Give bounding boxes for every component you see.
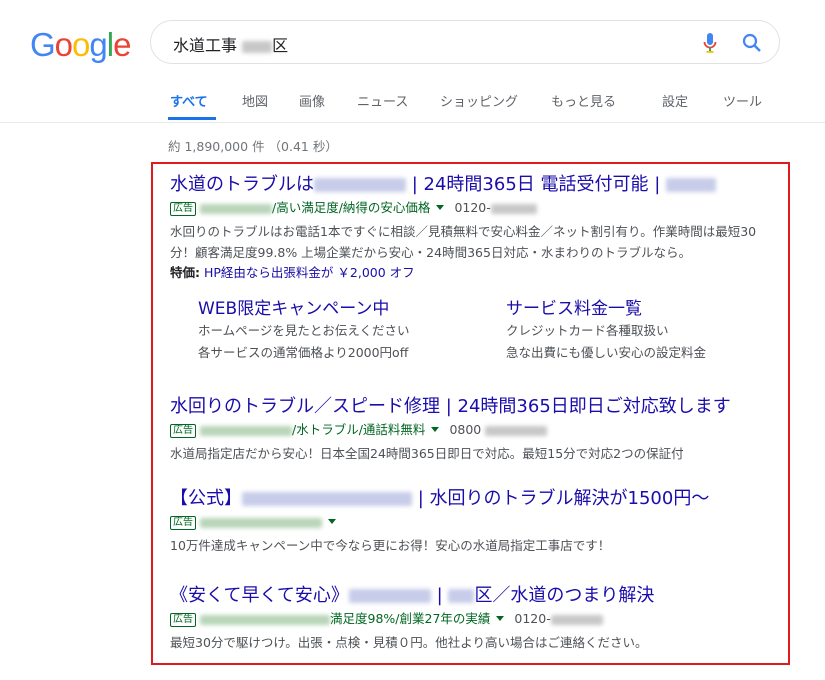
ad-result: 水回りのトラブル／スピード修理 | 24時間365日即日ご対応致します 広告/水… [170,396,770,464]
ad-url-line: 広告 [170,513,770,531]
ad-result: 【公式】 | 水回りのトラブル解決が1500円〜 広告 10万件達成キャンペーン… [170,488,770,556]
ad-url-line: 広告/水トラブル/通話料無料 0800 [170,421,770,439]
ad-title-link[interactable]: 《安くて早くて安心》 | 区／水道のつまり解決 [170,585,770,607]
ad-badge: 広告 [170,613,196,627]
tab-images[interactable]: 画像 [299,91,325,110]
tab-news[interactable]: ニュース [357,91,408,110]
chevron-down-icon[interactable] [496,616,505,621]
search-box[interactable]: 水道工事 区 [150,20,780,64]
ad-title-link[interactable]: 水道のトラブルは | 24時間365日 電話受付可能 | [170,174,770,196]
sitelink-desc: クレジットカード各種取扱い [506,323,669,338]
tab-settings[interactable]: 設定 [662,91,688,110]
sitelink: サービス料金一覧 クレジットカード各種取扱い 急な出費にも優しい安心の設定料金 [506,298,706,364]
search-tabs: すべて 地図 画像 ニュース ショッピング もっと見る 設定 ツール [0,78,825,123]
ad-feature: 特価: HP経由なら出張料金が ￥2,000 オフ [170,265,415,280]
tab-tools[interactable]: ツール [723,91,762,110]
sitelink-desc: 急な出費にも優しい安心の設定料金 [506,345,707,360]
ad-url-line: 広告 満足度98%/創業27年の実績 0120- [170,610,770,628]
ad-phone[interactable]: 0800 [449,422,481,437]
sitelink-desc: ホームページを見たとお伝えください [198,323,410,338]
ad-title-link[interactable]: 【公式】 | 水回りのトラブル解決が1500円〜 [170,488,770,510]
sitelink-title[interactable]: WEB限定キャンペーン中 [198,298,410,320]
result-stats: 約 1,890,000 件 （0.41 秒） [168,139,338,154]
search-query[interactable]: 水道工事 区 [173,32,288,56]
ad-description: 水回りのトラブルはお電話1本ですぐに相談／見積無料で安心料金／ネット割引有り。作… [170,224,757,260]
ad-result: 《安くて早くて安心》 | 区／水道のつまり解決 広告 満足度98%/創業27年の実… [170,585,770,653]
chevron-down-icon[interactable] [436,205,445,210]
sitelink-desc: 各サービスの通常価格より2000円off [198,345,409,360]
tab-more[interactable]: もっと見る [551,91,616,110]
ad-badge: 広告 [170,424,196,438]
ad-description: 10万件達成キャンペーン中で今なら更にお得！安心の水道局指定工事店です！ [170,538,611,553]
ad-badge: 広告 [170,202,196,216]
tab-maps[interactable]: 地図 [242,91,268,110]
sitelink-title[interactable]: サービス料金一覧 [506,298,706,320]
ad-description: 最短30分で駆けつけ。出張・点検・見積０円。他社より高い場合はご連絡ください。 [170,635,648,650]
ad-feature-link[interactable]: HP経由なら出張料金が ￥2,000 オフ [204,265,415,280]
ad-title-link[interactable]: 水回りのトラブル／スピード修理 | 24時間365日即日ご対応致します [170,396,770,418]
ad-description: 水道局指定店だから安心！日本全国24時間365日即日で対応。最短15分で対応2つ… [170,446,684,461]
tab-shopping[interactable]: ショッピング [440,91,518,110]
chevron-down-icon[interactable] [431,427,440,432]
ad-phone[interactable]: 0120- [514,611,550,626]
google-logo[interactable]: Google [30,26,131,64]
ad-url-line: 広告/高い満足度/納得の安心価格 0120- [170,199,770,217]
ad-phone[interactable]: 0120- [454,200,490,215]
microphone-icon[interactable] [703,32,717,58]
sitelink: WEB限定キャンペーン中 ホームページを見たとお伝えください 各サービスの通常価… [198,298,410,364]
active-tab-indicator [168,117,216,120]
search-icon[interactable] [741,32,763,58]
ad-badge: 広告 [170,516,196,530]
chevron-down-icon[interactable] [328,519,336,524]
ad-result: 水道のトラブルは | 24時間365日 電話受付可能 | 広告/高い満足度/納得… [170,174,770,283]
tab-all[interactable]: すべて [170,91,208,110]
